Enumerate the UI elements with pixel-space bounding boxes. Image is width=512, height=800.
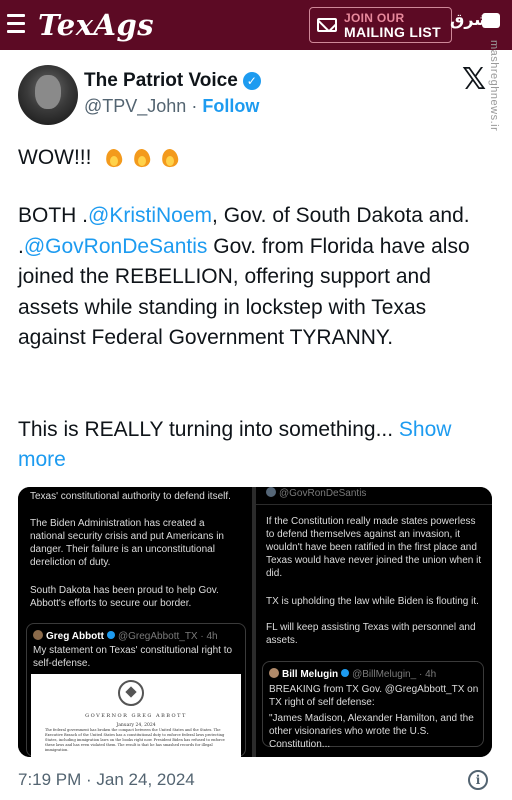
site-logo[interactable]: TexAgs (38, 8, 154, 42)
follow-button[interactable]: Follow (202, 96, 259, 116)
quote2-name: Bill Melugin (282, 669, 339, 680)
verified-badge-icon (341, 669, 350, 677)
mention-govrondesantis[interactable]: @GovRonDeSantis (24, 235, 208, 258)
mailing-list-button[interactable]: JOIN OUR MAILING LIST (309, 7, 452, 43)
verified-badge-icon: ✓ (242, 72, 261, 90)
hamburger-icon[interactable] (7, 14, 25, 34)
quote-text: My statement on Texas' constitutional ri… (33, 645, 233, 669)
quote2-handle: @BillMelugin_ · 4h (352, 669, 437, 680)
right-divider (256, 504, 492, 505)
quote2-text2: "James Madison, Alexander Hamilton, and … (269, 713, 474, 750)
chat-icon (482, 13, 500, 28)
quoted-tweet-abbott: Greg Abbott @GregAbbott_TX · 4h My statem… (26, 623, 246, 757)
doc-body: The federal government has broken the co… (45, 728, 225, 752)
right-top-avatar (266, 487, 276, 497)
author-name[interactable]: The Patriot Voice (84, 70, 238, 92)
right-top-handle-text: @GovRonDeSantis (279, 488, 367, 499)
wow-text: WOW!!! (18, 146, 92, 169)
right-text1: If the Constitution really made states p… (266, 516, 482, 579)
quote-handle: @GregAbbott_TX · 4h (117, 631, 218, 642)
quote2-avatar (269, 668, 279, 678)
quote-avatar (33, 630, 43, 640)
handle-row: @TPV_John · Follow (84, 96, 259, 117)
tweet-timestamp[interactable]: 7:19 PM · Jan 24, 2024 (18, 770, 195, 790)
x-logo-icon[interactable]: 𝕏 (462, 62, 486, 97)
media-right-panel[interactable]: @GovRonDeSantis If the Constitution real… (256, 487, 492, 757)
author-row: The Patriot Voice ✓ (84, 70, 261, 92)
quote2-header: Bill Melugin @BillMelugin_ · 4h (269, 668, 436, 681)
media-left-panel[interactable]: Texas' constitutional authority to defen… (18, 487, 252, 757)
fire-emoji-icon (159, 145, 181, 167)
right-text3: FL will keep assisting Texas with person… (266, 622, 476, 646)
tweet-body-continued: This is REALLY turning into something...… (18, 415, 492, 475)
fire-emoji-icon (131, 145, 153, 167)
site-header: TexAgs JOIN OUR MAILING LIST مشرق (0, 0, 512, 50)
left-text2: The Biden Administration has created a n… (30, 518, 224, 568)
separator: · (186, 96, 203, 116)
left-text1: Texas' constitutional authority to defen… (30, 491, 231, 502)
mail-icon (317, 18, 337, 32)
info-icon[interactable]: i (468, 770, 488, 790)
mailing-line2: MAILING LIST (344, 24, 441, 40)
avatar[interactable] (18, 65, 78, 125)
right-top-handle: @GovRonDeSantis (266, 487, 484, 500)
verified-badge-icon (106, 631, 115, 639)
left-text3: South Dakota has been proud to help Gov.… (30, 585, 219, 609)
mailing-line1: JOIN OUR (344, 11, 405, 25)
mention-kristinoem[interactable]: @KristiNoem (88, 204, 212, 227)
fire-emoji-icon (103, 145, 125, 167)
quote-name: Greg Abbott (46, 631, 104, 642)
tweet-media[interactable]: Texas' constitutional authority to defen… (18, 487, 492, 757)
statement-document: GOVERNOR GREG ABBOTT January 24, 2024 Th… (31, 674, 241, 757)
side-watermark: mashreghnews.ir (488, 40, 500, 132)
tweet-line-wow: WOW!!! (18, 143, 181, 172)
quote2-text: BREAKING from TX Gov. @GregAbbott_TX on … (269, 684, 479, 708)
seal-icon (118, 680, 144, 706)
tweet-body: BOTH .@KristiNoem, Gov. of South Dakota … (18, 201, 492, 354)
quoted-tweet-melugin: Bill Melugin @BillMelugin_ · 4h BREAKING … (262, 661, 484, 750)
author-handle[interactable]: @TPV_John (84, 96, 186, 116)
right-text2: TX is upholding the law while Biden is f… (266, 596, 479, 607)
tweet-text-d: This is REALLY turning into something... (18, 418, 399, 441)
tweet-text-a: BOTH . (18, 204, 89, 227)
quote-header: Greg Abbott @GregAbbott_TX · 4h (33, 630, 218, 643)
